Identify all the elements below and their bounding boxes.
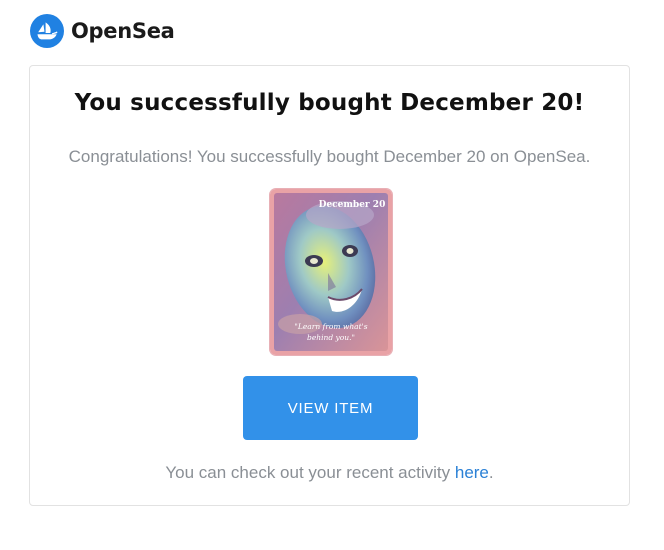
nft-item-image[interactable]: December 20 "Learn from what's behind yo… [270, 189, 392, 355]
purchase-confirmation-card: You successfully bought December 20! Con… [29, 65, 630, 506]
recent-activity-text: You can check out your recent activity h… [30, 463, 629, 483]
recent-activity-link[interactable]: here [455, 463, 489, 482]
congratulations-message: Congratulations! You successfully bought… [68, 147, 591, 166]
view-item-button[interactable]: VIEW ITEM [243, 376, 418, 440]
footer-prefix: You can check out your recent activity [165, 463, 455, 482]
nft-card-quote-line2: behind you." [307, 333, 355, 342]
header: OpenSea [30, 14, 175, 48]
opensea-logo-icon [30, 14, 64, 48]
nft-card-quote-line1: "Learn from what's [294, 322, 367, 331]
brand-name: OpenSea [71, 19, 175, 43]
footer-suffix: . [488, 463, 494, 482]
nft-card-title: December 20 [319, 200, 386, 210]
page-title: You successfully bought December 20! [74, 90, 585, 116]
